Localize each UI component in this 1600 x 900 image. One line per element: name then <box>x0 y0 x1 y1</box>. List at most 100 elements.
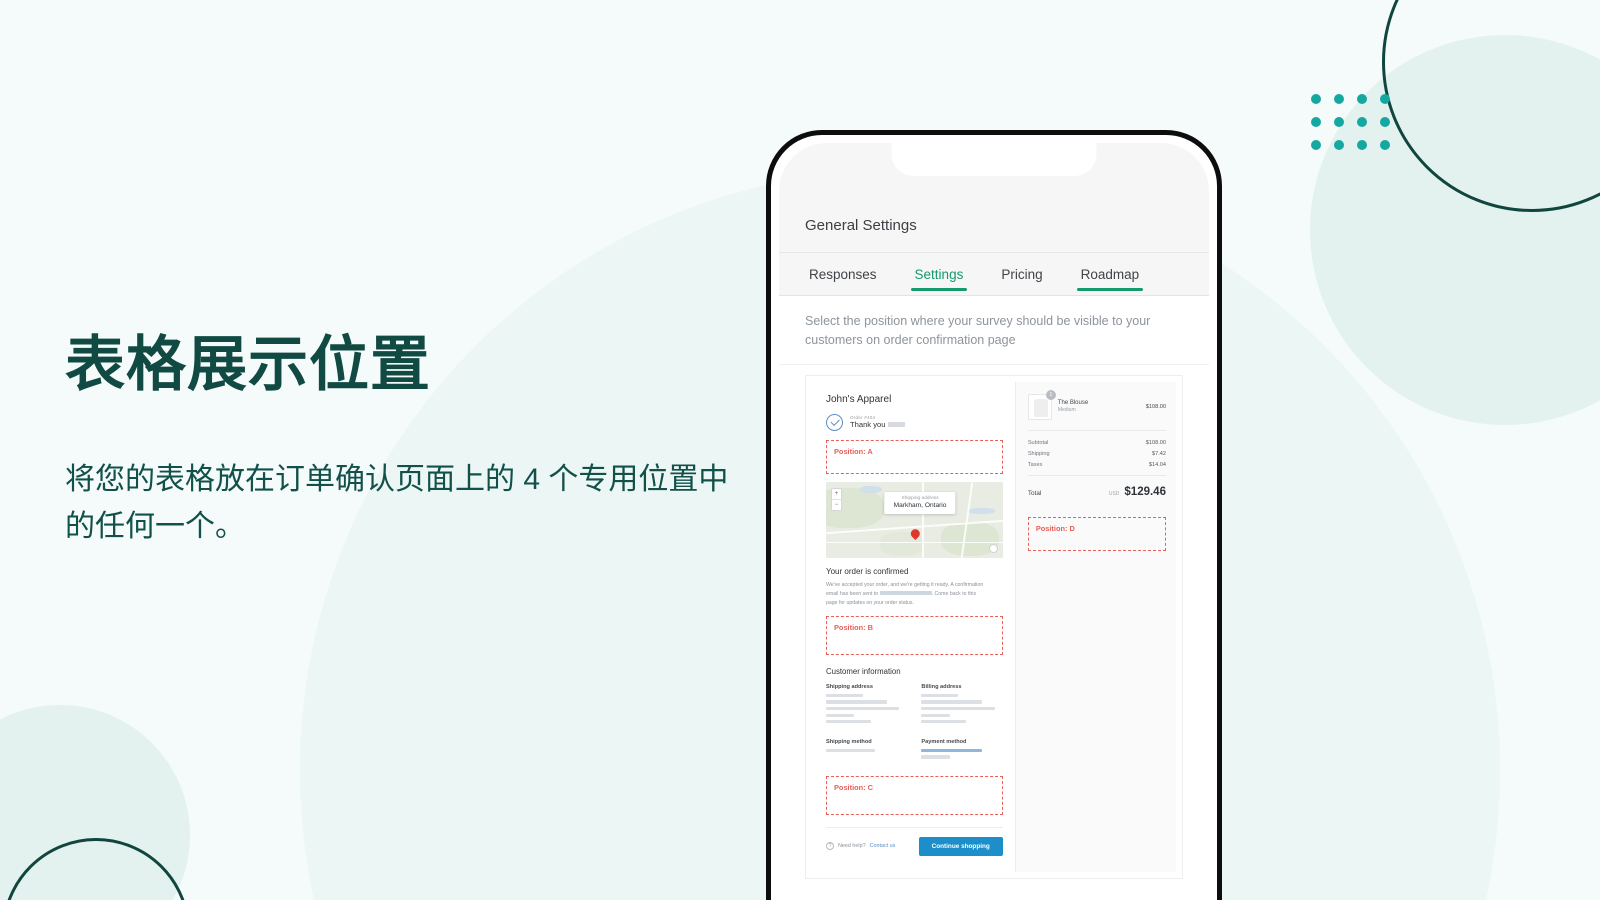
product-variant: Medium <box>1057 407 1076 414</box>
position-d-placeholder[interactable]: Position: D <box>1027 516 1166 551</box>
option-position-a[interactable]: Position A (Below Thank You Message) <box>805 897 1183 900</box>
phone-mockup: General Settings Responses Settings Pric… <box>766 130 1222 900</box>
redacted-line <box>826 706 900 711</box>
redacted-line <box>921 700 983 704</box>
shipping-method-block: Shipping method <box>826 733 907 762</box>
order-confirmation-header: Order #404 Thank you <box>826 413 1003 431</box>
grid-dot <box>1357 140 1367 150</box>
map-zoom-controls[interactable]: + − <box>831 487 842 511</box>
order-total-row: Total USD $129.46 <box>1028 476 1166 509</box>
grid-dot <box>1380 140 1390 150</box>
order-summary-lines: Subtotal $108.00 Shipping $7.42 Taxes $1… <box>1027 431 1166 476</box>
phone-status-bar <box>779 143 1209 205</box>
phone-screen: General Settings Responses Settings Pric… <box>779 143 1209 900</box>
map-zoom-out-icon[interactable]: − <box>832 498 841 510</box>
grid-dot <box>1334 117 1344 127</box>
product-price: $108.00 <box>1145 403 1166 410</box>
order-preview-card: John's Apparel Order #404 Thank you Posi… <box>805 374 1183 879</box>
thank-you-text: Thank you <box>850 420 886 429</box>
total-currency: USD <box>1108 490 1120 497</box>
grid-dot <box>1334 94 1344 104</box>
contact-us-link[interactable]: Contact us <box>870 843 896 849</box>
order-preview-footer: ? Need help? Contact us Continue shoppin… <box>826 826 1003 856</box>
payment-method-label: Payment method <box>921 738 967 745</box>
summary-line-shipping: Shipping $7.42 <box>1028 451 1166 457</box>
redacted-name <box>888 422 906 427</box>
map-address-callout: Shipping address Markham, Ontario <box>884 491 956 514</box>
taxes-value: $14.04 <box>1148 461 1166 468</box>
product-name: The Blouse <box>1057 399 1089 406</box>
thank-you-message: Thank you <box>850 420 906 429</box>
need-help-text: Need help? <box>838 843 866 850</box>
map-water-shape <box>860 485 882 493</box>
order-line-item: 1 The Blouse Medium $108.00 <box>1027 389 1166 431</box>
confirm-line-3: . Come back to this <box>931 590 977 597</box>
order-confirmed-title: Your order is confirmed <box>826 566 909 576</box>
shipping-address-label: Shipping address <box>826 683 873 690</box>
shipping-map[interactable]: + − Shipping address Markham, Ontario <box>826 481 1003 558</box>
tab-pricing[interactable]: Pricing <box>997 253 1046 295</box>
order-preview: John's Apparel Order #404 Thank you Posi… <box>812 381 1176 872</box>
instruction-text: Select the position where your survey sh… <box>779 296 1209 365</box>
position-b-placeholder[interactable]: Position: B <box>826 615 1003 655</box>
total-amount-group: USD $129.46 <box>1109 486 1166 498</box>
confirm-line-4: page for updates on your order status. <box>826 599 914 606</box>
grid-dot <box>1380 117 1390 127</box>
taxes-label: Taxes <box>1027 461 1043 468</box>
map-water-shape <box>968 507 995 514</box>
map-callout-value: Markham, Ontario <box>893 501 947 509</box>
page-title: 表格展示位置 <box>65 331 431 398</box>
tab-roadmap[interactable]: Roadmap <box>1076 253 1144 295</box>
redacted-line <box>826 748 875 753</box>
redacted-line <box>921 693 959 698</box>
confirm-line-1: We've accepted your order, and we're get… <box>826 581 984 588</box>
redacted-line <box>826 713 855 717</box>
summary-line-taxes: Taxes $14.04 <box>1028 462 1166 468</box>
customer-information-grid: Shipping address Billing address Shippin… <box>826 684 1003 762</box>
customer-information: Customer information Shipping address Bi… <box>826 667 1003 762</box>
total-label: Total <box>1027 489 1042 497</box>
order-preview-main: John's Apparel Order #404 Thank you Posi… <box>812 381 1016 872</box>
subtotal-value: $108.00 <box>1145 439 1166 446</box>
billing-address-label: Billing address <box>921 683 962 690</box>
app-title: General Settings <box>805 217 917 234</box>
redacted-email <box>879 591 932 596</box>
redacted-line <box>921 706 995 711</box>
grid-dot <box>1334 140 1344 150</box>
position-c-placeholder[interactable]: Position: C <box>826 775 1003 815</box>
redacted-line <box>921 755 950 759</box>
product-meta: The Blouse Medium <box>1058 400 1140 414</box>
map-fullscreen-icon[interactable] <box>988 543 998 553</box>
shipping-method-label: Shipping method <box>826 738 872 745</box>
phone-notch <box>891 143 1097 176</box>
slide-canvas: 表格展示位置 将您的表格放在订单确认页面上的 4 个专用位置中的任何一个。 Ge… <box>0 0 1600 900</box>
redacted-line <box>921 713 950 717</box>
grid-dot <box>1357 117 1367 127</box>
redacted-line <box>921 720 967 724</box>
position-a-placeholder[interactable]: Position: A <box>826 439 1003 474</box>
map-road <box>826 541 1003 543</box>
need-help-row: ? Need help? Contact us <box>826 842 896 851</box>
product-thumbnail: 1 <box>1027 389 1056 420</box>
map-zoom-in-icon[interactable]: + <box>832 489 841 499</box>
app-header: General Settings <box>779 205 1209 252</box>
redacted-line <box>921 748 983 753</box>
redacted-line <box>826 700 888 704</box>
subtotal-label: Subtotal <box>1027 439 1049 446</box>
redacted-line <box>826 693 863 698</box>
grid-dot <box>1311 94 1321 104</box>
tab-responses[interactable]: Responses <box>805 253 881 295</box>
payment-method-block: Payment method <box>921 733 1002 762</box>
grid-dot <box>1380 94 1390 104</box>
shipping-address-block: Shipping address <box>826 684 907 727</box>
dot-grid-decoration <box>1311 94 1390 150</box>
total-value: $129.46 <box>1124 485 1166 498</box>
quantity-badge: 1 <box>1045 389 1056 400</box>
continue-shopping-button[interactable]: Continue shopping <box>918 836 1003 856</box>
map-callout-label: Shipping address <box>901 495 939 501</box>
grid-dot <box>1311 117 1321 127</box>
tab-settings[interactable]: Settings <box>910 253 968 295</box>
redacted-line <box>826 720 871 724</box>
shop-name: John's Apparel <box>826 393 892 405</box>
order-summary: 1 The Blouse Medium $108.00 Subtotal $10… <box>1015 381 1176 872</box>
